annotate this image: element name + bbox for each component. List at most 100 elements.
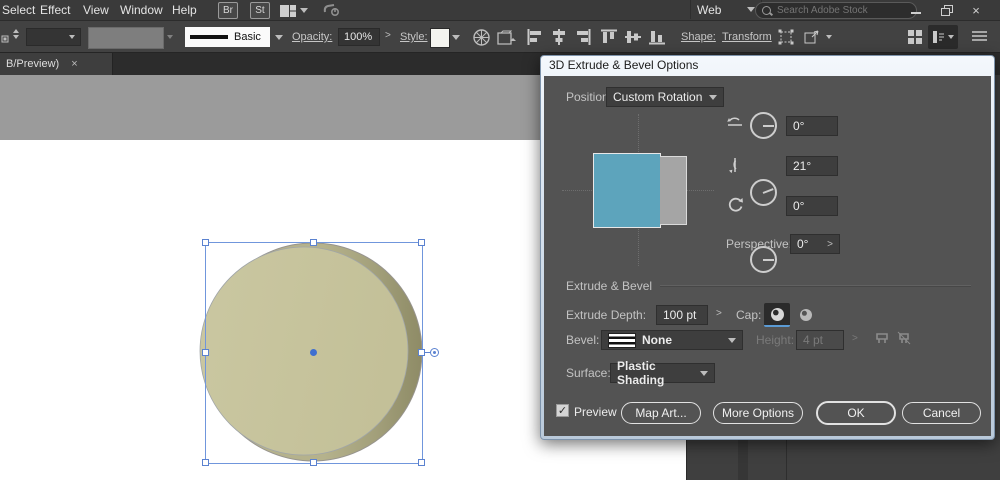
rotate-x-dial[interactable] [750,112,777,139]
stroke-style-dropdown[interactable]: Basic [185,27,270,47]
search-box[interactable] [755,2,917,19]
selection-handle-sw[interactable] [202,459,209,466]
anchor-stepper[interactable] [13,29,19,39]
align-top-icon[interactable] [601,29,617,45]
position-dropdown[interactable]: Custom Rotation [606,87,724,107]
restore-icon [941,5,953,16]
document-setup-icon[interactable] [497,30,517,45]
align-right-icon[interactable] [575,29,591,45]
rotate-y-field[interactable]: 21° [786,156,838,176]
isolate-selection-icon[interactable] [804,29,822,45]
cap-solid-button[interactable] [764,303,790,327]
selection-handle-nw[interactable] [202,239,209,246]
map-art-button[interactable]: Map Art... [621,402,701,424]
bevel-dropdown[interactable]: None [601,330,743,350]
chevron-down-icon[interactable] [826,35,832,39]
align-vertical-center-icon[interactable] [625,29,641,45]
height-flyout-icon: > [852,333,858,344]
opacity-field[interactable]: 100% [338,28,380,46]
preview-label: Preview [574,405,617,419]
panel-menu-icon[interactable] [972,30,987,42]
rotate-y-needle [762,187,774,194]
chevron-down-icon [728,337,736,343]
perspective-label: Perspective: [726,237,793,251]
style-label[interactable]: Style: [400,31,428,43]
workspace-panel-button[interactable] [928,25,958,49]
position-value: Custom Rotation [613,90,703,104]
align-bottom-icon[interactable] [649,29,665,45]
bounding-box-icon[interactable] [778,29,794,45]
section-title: Extrude & Bevel [566,279,653,293]
cap-hollow-button[interactable] [793,303,819,327]
rotate-y-axis-icon [727,156,743,179]
selection-handle-se[interactable] [418,459,425,466]
extrude-depth-flyout-icon[interactable]: > [716,308,722,319]
stroke-chevron-icon[interactable] [275,35,283,40]
tab-close-icon[interactable]: × [71,58,77,70]
menu-effect[interactable]: Effect [40,3,70,17]
ok-button[interactable]: OK [816,401,896,425]
menu-select[interactable]: Select [2,3,35,17]
surface-dropdown[interactable]: Plastic Shading [610,359,715,387]
control-bar: Basic Opacity: 100% > Style: Shape: Tran… [0,21,1000,53]
shape-widget-handle[interactable] [430,348,439,357]
perspective-value: 0° [797,237,809,251]
bevel-extent-out-icon [874,330,890,351]
extrude-depth-field[interactable]: 100 pt [656,305,708,325]
bridge-button[interactable]: Br [218,2,238,19]
workspace-layout-icon[interactable] [280,4,296,22]
panel-layout-icon [932,31,944,43]
menu-view[interactable]: View [83,3,109,17]
selection-handle-n[interactable] [310,239,317,246]
search-icon [762,6,771,15]
chevron-down-icon[interactable] [167,35,173,39]
opacity-label[interactable]: Opacity: [292,31,332,43]
rotation-preview-area[interactable] [562,114,714,266]
step-down-icon [13,35,19,39]
style-chevron-icon[interactable] [452,35,460,40]
menu-window[interactable]: Window [120,3,163,17]
menu-help[interactable]: Help [172,3,197,17]
rotate-y-dial[interactable] [750,179,777,206]
selection-handle-e[interactable] [418,349,425,356]
selection-handle-s[interactable] [310,459,317,466]
align-left-icon[interactable] [527,29,543,45]
anchor-point-icon [1,32,9,50]
search-input[interactable] [775,4,897,17]
align-horizontal-center-icon[interactable] [551,29,567,45]
workspace-switcher-label: Web [697,2,722,17]
anchor-value-dropdown[interactable] [26,28,81,46]
perspective-flyout-icon[interactable]: > [827,239,833,250]
selection-handle-ne[interactable] [418,239,425,246]
height-label: Height: [756,333,795,347]
recolor-artwork-icon[interactable] [473,29,490,46]
menu-bar: Select Effect View Window Help Br St Web… [0,0,1000,21]
perspective-field[interactable]: 0° > [790,234,840,254]
touch-workspace-icon[interactable] [322,3,340,22]
minimize-button[interactable] [905,1,927,14]
opacity-flyout-icon[interactable]: > [385,30,391,41]
rotate-z-field[interactable]: 0° [786,196,838,216]
height-field: 4 pt [796,330,844,350]
selection-center-point[interactable] [310,349,317,356]
workspace-switcher[interactable]: Web [690,0,762,19]
preview-checkbox[interactable]: ✓ [556,404,569,417]
workspace-chevron-icon[interactable] [300,8,308,13]
arrange-documents-icon[interactable] [908,30,922,44]
cancel-button[interactable]: Cancel [902,402,981,424]
selection-handle-w[interactable] [202,349,209,356]
fill-color-swatch[interactable] [88,27,164,49]
close-button[interactable]: × [965,3,987,18]
transform-label[interactable]: Transform [722,31,772,43]
restore-button[interactable] [935,1,957,16]
stock-button[interactable]: St [250,2,270,19]
more-options-button[interactable]: More Options [713,402,803,424]
document-tab-title: B/Preview) [6,58,60,70]
chevron-down-icon [69,35,75,39]
rotate-x-field[interactable]: 0° [786,116,838,136]
cap-solid-icon [770,307,784,321]
bevel-label: Bevel: [566,333,600,347]
shape-label[interactable]: Shape: [681,31,716,43]
graphic-style-swatch[interactable] [430,28,450,48]
document-tab[interactable]: B/Preview) × [0,53,113,75]
